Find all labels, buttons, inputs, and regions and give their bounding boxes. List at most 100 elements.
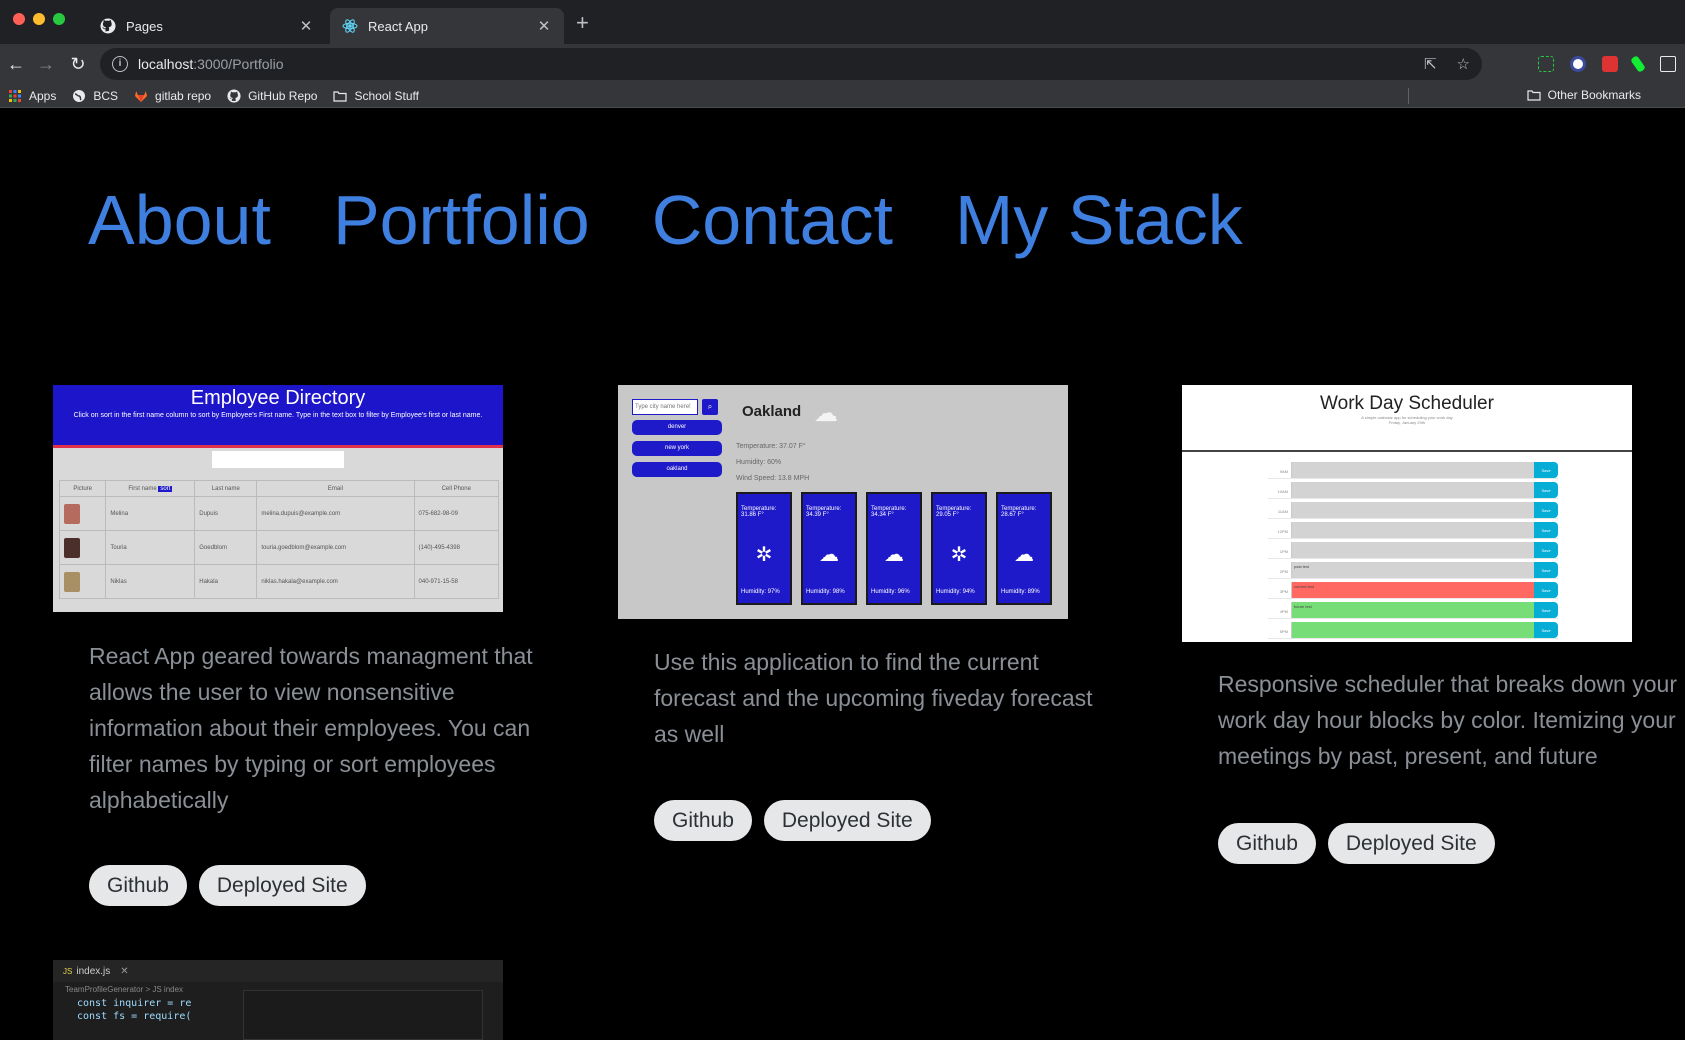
hour-row: 12PM Save — [1268, 522, 1558, 539]
tab-title: Pages — [126, 18, 163, 34]
column-header: Last name — [194, 480, 258, 497]
close-window-button[interactable] — [13, 13, 25, 25]
cell: Goedblom — [194, 530, 258, 565]
hour-label: 5PM — [1268, 622, 1292, 638]
bookmark-github-repo[interactable]: GitHub Repo — [227, 89, 317, 103]
extension-pen-icon[interactable] — [1630, 55, 1646, 73]
cell: Melina — [105, 496, 196, 531]
nav-contact[interactable]: Contact — [652, 180, 893, 260]
deployed-site-button[interactable]: Deployed Site — [1327, 823, 1495, 864]
forecast-temp: Temperature: 34.39 F° — [806, 506, 842, 518]
forward-button[interactable]: → — [36, 54, 56, 74]
hour-block-text — [1292, 542, 1534, 558]
hour-block-text — [1292, 462, 1534, 478]
back-button[interactable]: ← — [6, 54, 26, 74]
bookmark-label: Apps — [29, 88, 57, 103]
cell: Niklas — [105, 564, 196, 599]
save-button: Save — [1534, 502, 1558, 518]
cell: Hakala — [194, 564, 258, 599]
city-search-preview: Type city name here! — [632, 399, 698, 415]
extension-lastpass-icon[interactable] — [1602, 56, 1618, 72]
hour-row: 4PM future test Save — [1268, 602, 1558, 619]
cell: melina.dupuis@example.com — [256, 496, 415, 531]
forecast-temp: Temperature: 28.67 F° — [1001, 506, 1037, 518]
editor-tab: JS index.js ✕ — [53, 960, 503, 982]
hour-block-text: current test — [1292, 582, 1534, 598]
editor-tab-label: index.js — [76, 965, 111, 977]
reload-button[interactable]: ↻ — [68, 54, 88, 74]
cloud-icon: ☁ — [814, 400, 838, 427]
bookmark-bcs[interactable]: BCS — [72, 89, 118, 103]
main-nav: About Portfolio Contact My Stack — [88, 180, 1243, 260]
github-icon — [227, 88, 241, 103]
cloud-icon: ☁ — [884, 544, 904, 566]
deployed-site-button[interactable]: Deployed Site — [198, 865, 366, 906]
extension-block-icon[interactable] — [1570, 56, 1586, 72]
nav-my-stack[interactable]: My Stack — [955, 180, 1243, 260]
address-bar[interactable]: i localhost :3000/Portfolio ⇱ ☆ — [100, 48, 1482, 80]
tab-pages[interactable]: Pages ✕ — [88, 8, 326, 44]
terminal-overlay — [243, 990, 483, 1040]
new-tab-button[interactable]: + — [576, 12, 589, 34]
hour-row: 5PM Save — [1268, 622, 1558, 639]
hour-label: 10AM — [1268, 482, 1292, 498]
maximize-window-button[interactable] — [53, 13, 65, 25]
save-button: Save — [1534, 462, 1558, 478]
deployed-site-button[interactable]: Deployed Site — [763, 800, 931, 841]
site-info-icon[interactable]: i — [112, 56, 128, 72]
other-bookmarks[interactable]: Other Bookmarks — [1527, 88, 1641, 102]
url-path: :3000/Portfolio — [193, 56, 284, 72]
cell: (140)-495-4398 — [413, 530, 500, 565]
bookmark-gitlab-repo[interactable]: gitlab repo — [134, 89, 211, 103]
column-header: Cell Phone — [413, 480, 500, 497]
column-header: Email — [256, 480, 415, 497]
screenshot-date: Friday, January 29th — [1388, 420, 1426, 425]
city-button: new york — [632, 441, 722, 456]
extension-dl-icon[interactable] — [1660, 56, 1676, 72]
search-icon: ⌕ — [702, 399, 718, 415]
tab-react-app[interactable]: React App ✕ — [330, 8, 564, 44]
bookmark-school-stuff[interactable]: School Stuff — [333, 89, 419, 103]
portfolio-page: About Portfolio Contact My Stack Employe… — [0, 108, 1685, 1040]
folder-icon — [1527, 88, 1541, 102]
cell: 040-971-15-58 — [413, 564, 500, 599]
close-tab-icon[interactable]: ✕ — [536, 17, 552, 35]
forecast-humidity: Humidity: 97% — [741, 589, 780, 595]
github-icon — [100, 18, 116, 34]
save-button: Save — [1534, 522, 1558, 538]
current-humidity: Humidity: 60% — [736, 459, 782, 466]
snowflake-icon: ✲ — [755, 544, 773, 566]
hour-row: 10AM Save — [1268, 482, 1558, 499]
hour-label: 11AM — [1268, 502, 1292, 518]
project-screenshot: Employee Directory Click on sort in the … — [53, 385, 503, 612]
forecast-temp: Temperature: 31.86 F° — [741, 506, 777, 518]
nav-portfolio[interactable]: Portfolio — [333, 180, 590, 260]
window-controls — [13, 13, 65, 25]
minimize-window-button[interactable] — [33, 13, 45, 25]
github-button[interactable]: Github — [1218, 823, 1316, 864]
scheduler-preview: Work Day Scheduler A simple calendar app… — [1182, 385, 1632, 642]
project-screenshot-next: JS index.js ✕ TeamProfileGenerator > JS … — [53, 960, 503, 1040]
react-icon — [342, 18, 358, 34]
close-icon: ✕ — [120, 965, 129, 977]
github-button[interactable]: Github — [654, 800, 752, 841]
close-tab-icon[interactable]: ✕ — [298, 17, 314, 35]
forecast-day: Temperature: 29.05 F° ✲ Humidity: 94% — [931, 492, 987, 605]
folder-icon — [333, 89, 348, 103]
nav-about[interactable]: About — [88, 180, 271, 260]
apps-grid-icon — [8, 89, 22, 103]
bookmark-apps[interactable]: Apps — [8, 89, 56, 103]
cloud-icon: ☁ — [1014, 544, 1034, 566]
table-row: Touria Goedblom touria.goedblom@example.… — [58, 530, 500, 565]
open-external-icon[interactable]: ⇱ — [1424, 55, 1437, 73]
avatar — [64, 503, 80, 524]
extension-screenshot-icon[interactable] — [1538, 56, 1554, 72]
screenshot-title: Work Day Scheduler — [1320, 393, 1494, 414]
employee-directory-header: Employee Directory Click on sort in the … — [53, 385, 503, 448]
column-header: Picture — [58, 480, 107, 497]
city-name: Oakland — [742, 403, 802, 420]
sort-badge: sort — [158, 485, 173, 492]
bookmark-star-icon[interactable]: ☆ — [1457, 55, 1470, 73]
github-button[interactable]: Github — [89, 865, 187, 906]
cell: 075-682-98-09 — [413, 496, 500, 531]
